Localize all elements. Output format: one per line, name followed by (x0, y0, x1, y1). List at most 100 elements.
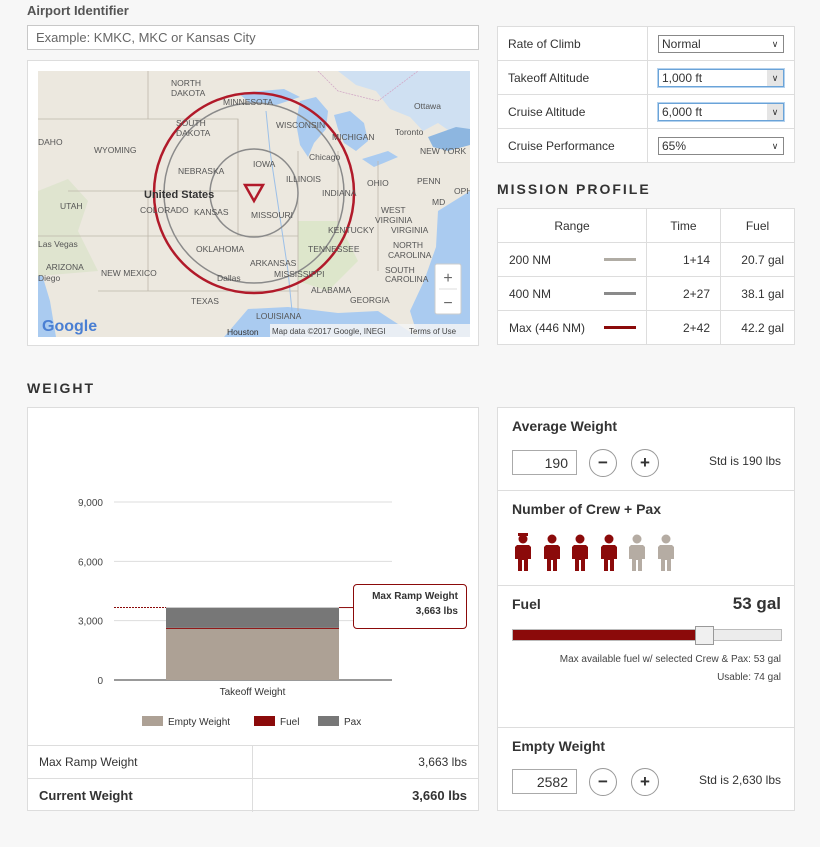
map-label: DAKOTA (176, 128, 211, 138)
map-label: TEXAS (191, 296, 219, 306)
map-label: Dallas (217, 273, 241, 283)
range-max-swatch (604, 326, 636, 329)
average-weight-decrease-button[interactable]: − (589, 449, 617, 477)
max-ramp-label: Max Ramp Weight (28, 745, 252, 779)
fuel-slider[interactable] (512, 626, 782, 645)
map-label: NORTH (393, 240, 423, 250)
map-label: CAROLINA (385, 274, 429, 284)
range-400-swatch (604, 292, 636, 295)
airport-identifier-input[interactable] (27, 25, 479, 50)
current-weight-label: Current Weight (28, 778, 252, 812)
empty-weight-decrease-button[interactable]: − (589, 768, 617, 796)
average-weight-input[interactable] (512, 450, 577, 475)
fuel-title: Fuel (512, 596, 541, 612)
legend-label: Pax (344, 717, 361, 728)
map-label: UTAH (60, 201, 83, 211)
time-value: 2+42 (646, 310, 721, 345)
fuel-slider-handle[interactable] (694, 626, 714, 645)
fuel-slider-fill (513, 630, 705, 640)
map-label: DAHO (38, 137, 63, 147)
map-label: TENNESSEE (308, 244, 360, 254)
person-icon[interactable] (572, 533, 588, 576)
tooltip-value: 3,663 lbs (415, 606, 458, 617)
table-row: Current Weight 3,660 lbs (28, 778, 478, 812)
y-tick-label: 9,000 (78, 498, 103, 509)
bar-segment-empty-weight (166, 628, 339, 680)
pilot-icon[interactable] (515, 533, 531, 576)
map-label: NEW MEXICO (101, 268, 157, 278)
takeoff-altitude-select[interactable]: 1,000 ft ∨ (658, 68, 784, 87)
map-label-country: United States (144, 189, 214, 201)
map-label: IOWA (253, 159, 276, 169)
select-value: 65% (662, 138, 687, 153)
range-map[interactable]: NORTH DAKOTA MINNESOTA SOUTH DAKOTA WISC… (38, 71, 470, 337)
select-value: 1,000 ft (662, 70, 703, 85)
tooltip-title: Max Ramp Weight (372, 591, 458, 602)
empty-weight-input[interactable] (512, 769, 577, 794)
time-header: Time (646, 208, 721, 243)
max-ramp-value: 3,663 lbs (251, 745, 478, 779)
weight-chart-panel: 0 3,000 6,000 9,000 Takeoff Weight Empty Weig… (27, 407, 479, 812)
zoom-out-button[interactable]: − (443, 295, 452, 312)
chevron-down-icon: ∨ (767, 103, 783, 120)
legend-swatch (254, 716, 275, 726)
map-label: OKLAHOMA (196, 244, 245, 254)
fuel-usable-note: Usable: 74 gal (717, 672, 781, 683)
fuel-value: 20.7 gal (720, 242, 795, 277)
person-icon[interactable] (543, 533, 560, 576)
map-label: NEW YORK (420, 146, 466, 156)
fuel-max-note: Max available fuel w/ selected Crew & Pa… (559, 654, 781, 665)
average-weight-std: Std is 190 lbs (708, 454, 781, 468)
map-label: KANSAS (194, 207, 229, 217)
map-terms-link[interactable]: Terms of Use (409, 327, 457, 336)
y-tick-label: 0 (97, 676, 103, 687)
bar-segment-pax (166, 607, 339, 628)
cruise-performance-select[interactable]: 65% ∨ (658, 136, 784, 155)
weight-title: WEIGHT (27, 380, 95, 396)
map-label: WISCONSIN (276, 120, 325, 130)
empty-weight-increase-button[interactable]: + (631, 768, 659, 796)
map-label: OHIO (367, 178, 389, 188)
mission-profile-table: Range Time Fuel 200 NM 1+14 20.7 gal 400… (497, 208, 795, 345)
legend-label: Empty Weight (168, 717, 230, 728)
map-label: NORTH (171, 78, 201, 88)
rate-of-climb-select[interactable]: Normal ∨ (658, 34, 784, 53)
person-icon[interactable] (600, 533, 617, 576)
map-label: ILLINOIS (286, 174, 321, 184)
range-header: Range (497, 208, 647, 243)
map-label: Las Vegas (38, 239, 78, 249)
zoom-in-button[interactable]: + (443, 270, 452, 287)
table-row: 400 NM 2+27 38.1 gal (497, 276, 795, 311)
range-value: 200 NM (509, 252, 552, 267)
person-icon[interactable] (629, 533, 645, 576)
map-label: Ottawa (414, 101, 441, 111)
map-label: NEBRASKA (178, 166, 225, 176)
person-icon[interactable] (657, 533, 674, 576)
bar-segment-fuel (166, 627, 339, 629)
empty-weight-title: Empty Weight (512, 738, 606, 754)
weight-summary-table: Max Ramp Weight 3,663 lbs Current Weight… (28, 745, 478, 812)
range-value: Max (446 NM) (509, 320, 586, 335)
average-weight-increase-button[interactable]: + (631, 449, 659, 477)
map-label: ARIZONA (46, 262, 84, 272)
map-label: INDIANA (322, 188, 357, 198)
average-weight-title: Average Weight (512, 418, 618, 434)
weight-controls-panel: Average Weight − + Std is 190 lbs Number… (497, 407, 795, 811)
map-label: ALABAMA (311, 285, 351, 295)
y-tick-label: 3,000 (78, 617, 103, 628)
map-label: PENN (417, 176, 441, 186)
map-label: MICHIGAN (332, 132, 375, 142)
map-label: MD (432, 197, 445, 207)
fuel-header: Fuel (720, 208, 795, 243)
select-value: 6,000 ft (662, 104, 703, 119)
map-label: Toronto (395, 127, 424, 137)
map-label: Houston (227, 327, 259, 337)
map-label: CAROLINA (388, 250, 432, 260)
table-row: Max Ramp Weight 3,663 lbs (28, 745, 478, 779)
takeoff-altitude-label: Takeoff Altitude (497, 60, 648, 95)
cruise-altitude-select[interactable]: 6,000 ft ∨ (658, 102, 784, 121)
crew-pax-title: Number of Crew + Pax (512, 501, 661, 517)
crew-pax-block: Number of Crew + Pax (498, 491, 794, 586)
weight-chart: 0 3,000 6,000 9,000 Takeoff Weight Empty Weig… (78, 498, 392, 728)
empty-weight-std: Std is 2,630 lbs (698, 773, 781, 787)
